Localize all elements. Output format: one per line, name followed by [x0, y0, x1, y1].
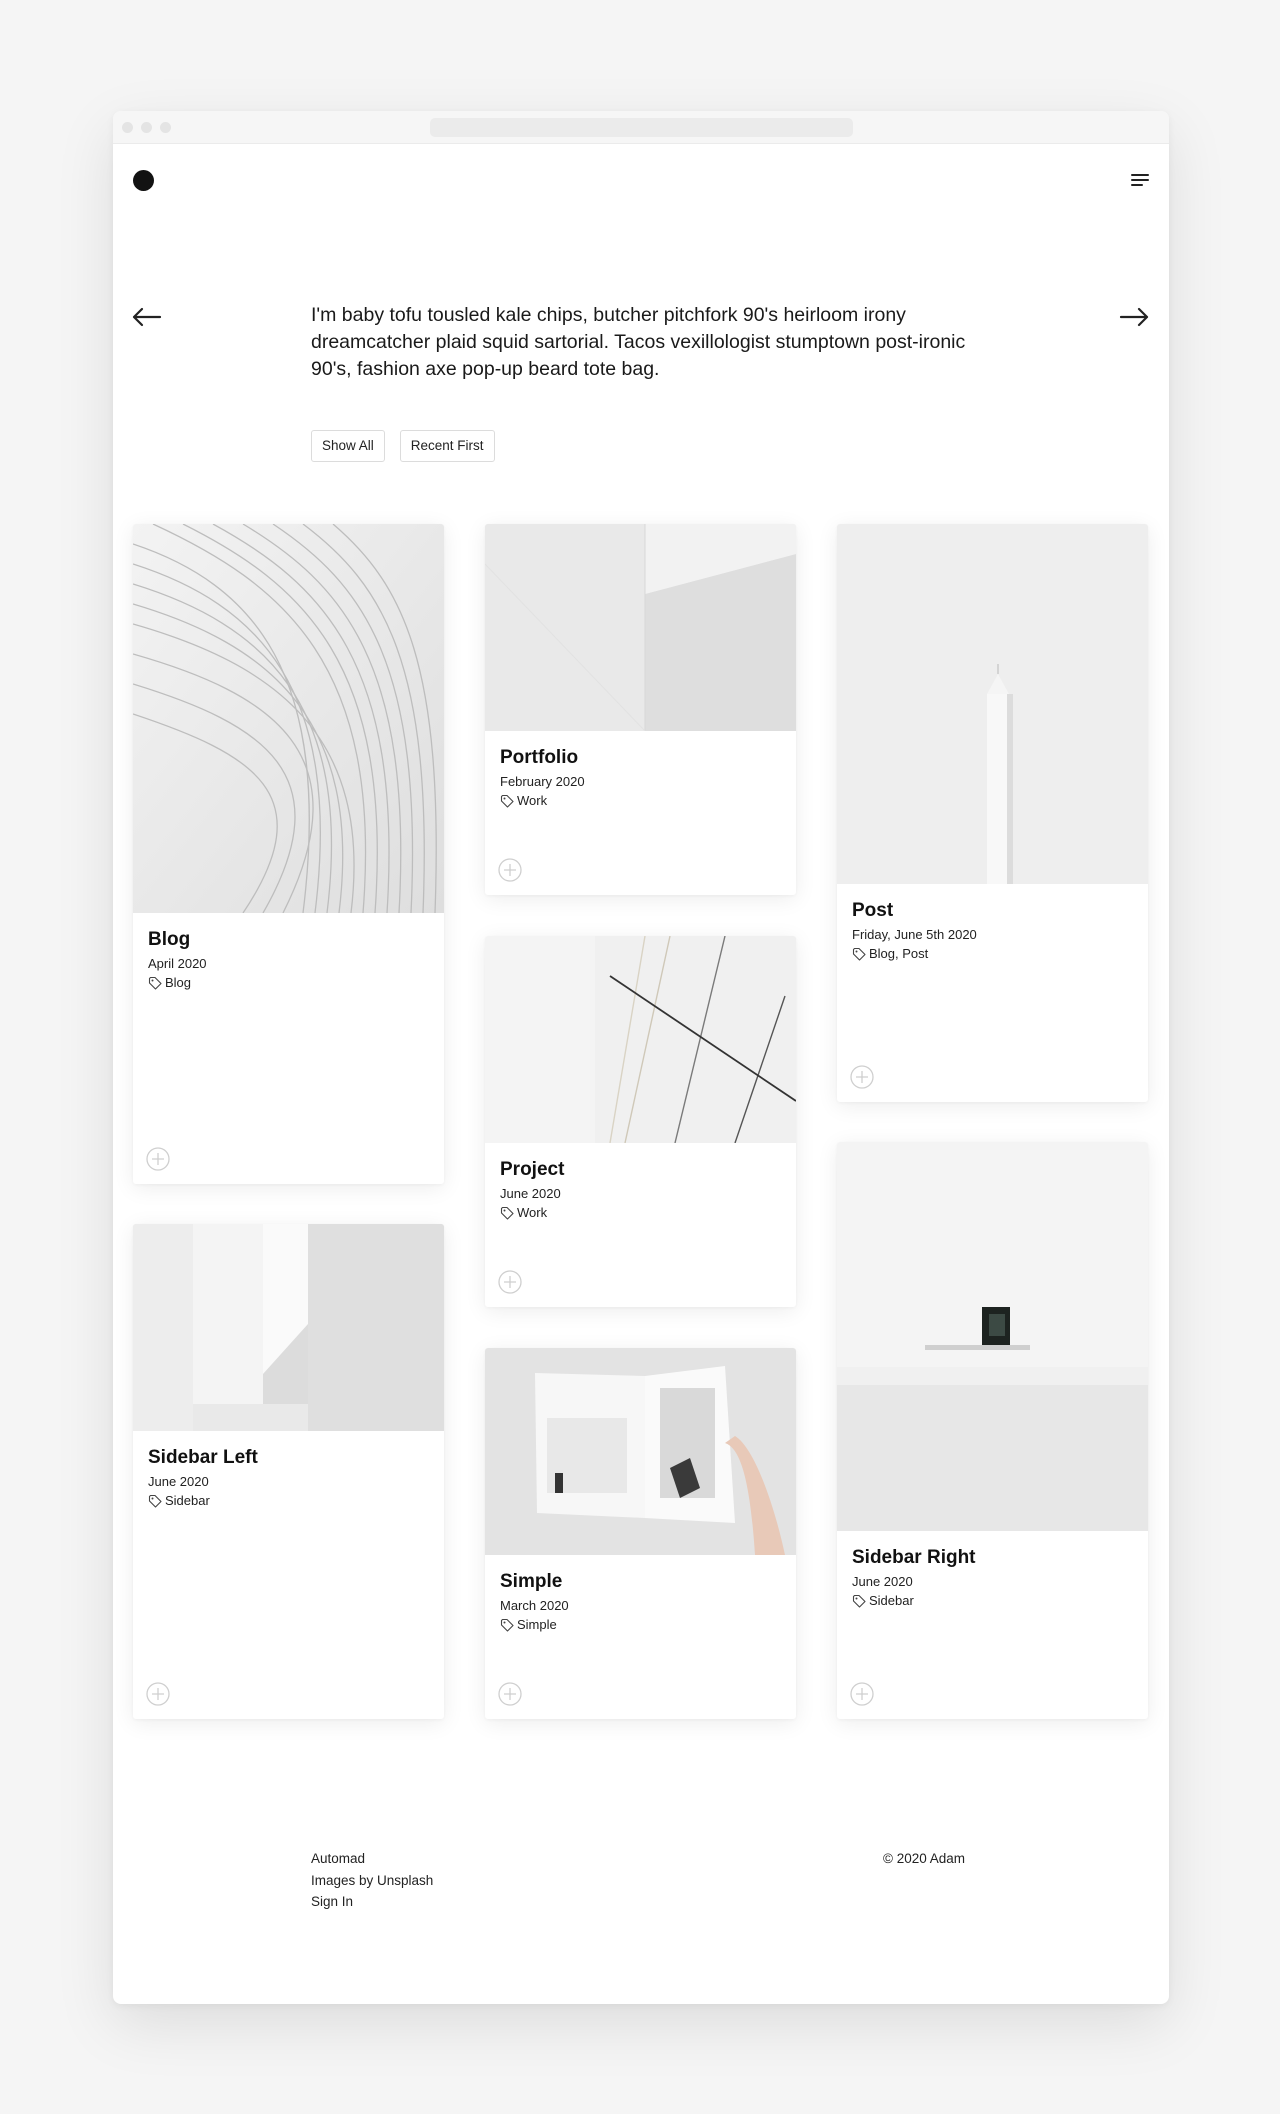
- card-tag-label[interactable]: Blog: [165, 975, 191, 990]
- footer-link-sign-in[interactable]: Sign In: [311, 1891, 433, 1913]
- card-tags: Sidebar: [852, 1593, 914, 1608]
- window-maximize-dot[interactable]: [160, 122, 171, 133]
- tag-icon: [500, 1206, 514, 1220]
- card-simple[interactable]: Simple March 2020 Simple: [485, 1348, 796, 1719]
- footer-copyright: © 2020 Adam: [883, 1851, 966, 1866]
- plus-circle-icon[interactable]: [498, 1682, 522, 1706]
- card-tags: Blog: [148, 975, 191, 990]
- footer-link-automad[interactable]: Automad: [311, 1848, 433, 1870]
- card-sidebar-left[interactable]: Sidebar Left June 2020 Sidebar: [133, 1224, 444, 1719]
- card-date: March 2020: [500, 1598, 569, 1613]
- browser-titlebar: [113, 111, 1169, 144]
- intro-text: I'm baby tofu tousled kale chips, butche…: [311, 304, 966, 380]
- window-minimize-dot[interactable]: [141, 122, 152, 133]
- tag-icon: [148, 1494, 162, 1508]
- card-title[interactable]: Portfolio: [500, 747, 578, 769]
- card-tags: Blog, Post: [852, 946, 928, 961]
- site-logo[interactable]: [133, 170, 154, 191]
- card-post[interactable]: Post Friday, June 5th 2020 Blog, Post: [837, 524, 1148, 1102]
- plus-circle-icon[interactable]: [850, 1065, 874, 1089]
- show-all-button[interactable]: Show All: [311, 430, 385, 462]
- address-bar[interactable]: [430, 118, 853, 137]
- filter-bar: Show All Recent First: [311, 430, 510, 462]
- plus-circle-icon[interactable]: [498, 858, 522, 882]
- tag-icon: [500, 1618, 514, 1632]
- card-tag-label[interactable]: Sidebar: [869, 1593, 914, 1608]
- hamburger-icon[interactable]: [1131, 174, 1149, 188]
- card-portfolio[interactable]: Portfolio February 2020 Work: [485, 524, 796, 895]
- card-date: April 2020: [148, 956, 207, 971]
- footer-links: Automad Images by Unsplash Sign In: [311, 1848, 433, 1913]
- tag-icon: [852, 1594, 866, 1608]
- arrow-right-icon[interactable]: [1119, 303, 1151, 331]
- card-title[interactable]: Simple: [500, 1571, 562, 1593]
- card-image: [485, 1348, 796, 1555]
- plus-circle-icon[interactable]: [498, 1270, 522, 1294]
- card-date: June 2020: [852, 1574, 913, 1589]
- window-close-dot[interactable]: [122, 122, 133, 133]
- card-image: [485, 524, 796, 731]
- tag-icon: [148, 976, 162, 990]
- card-date: June 2020: [148, 1474, 209, 1489]
- plus-circle-icon[interactable]: [850, 1682, 874, 1706]
- card-date: June 2020: [500, 1186, 561, 1201]
- card-title[interactable]: Post: [852, 900, 893, 922]
- card-tags: Simple: [500, 1617, 557, 1632]
- tag-icon: [852, 947, 866, 961]
- card-image: [133, 1224, 444, 1431]
- card-date: Friday, June 5th 2020: [852, 927, 977, 942]
- arrow-left-icon[interactable]: [130, 303, 162, 331]
- card-tags: Work: [500, 793, 547, 808]
- card-tag-label[interactable]: Sidebar: [165, 1493, 210, 1508]
- card-tag-label[interactable]: Simple: [517, 1617, 557, 1632]
- card-image: [133, 524, 444, 913]
- card-title[interactable]: Project: [500, 1159, 564, 1181]
- card-image: [485, 936, 796, 1143]
- card-tags: Work: [500, 1205, 547, 1220]
- card-tag-label[interactable]: Blog, Post: [869, 946, 928, 961]
- card-title[interactable]: Sidebar Right: [852, 1547, 976, 1569]
- card-project[interactable]: Project June 2020 Work: [485, 936, 796, 1307]
- card-title[interactable]: Blog: [148, 929, 190, 951]
- card-date: February 2020: [500, 774, 585, 789]
- recent-first-button[interactable]: Recent First: [399, 430, 495, 462]
- browser-window: I'm baby tofu tousled kale chips, butche…: [113, 111, 1169, 2004]
- card-title[interactable]: Sidebar Left: [148, 1447, 258, 1469]
- plus-circle-icon[interactable]: [146, 1682, 170, 1706]
- card-image: [837, 524, 1148, 884]
- plus-circle-icon[interactable]: [146, 1147, 170, 1171]
- card-blog[interactable]: Blog April 2020 Blog: [133, 524, 444, 1184]
- tag-icon: [500, 794, 514, 808]
- card-tag-label[interactable]: Work: [517, 1205, 547, 1220]
- card-tags: Sidebar: [148, 1493, 210, 1508]
- card-tag-label[interactable]: Work: [517, 793, 547, 808]
- card-sidebar-right[interactable]: Sidebar Right June 2020 Sidebar: [837, 1142, 1148, 1719]
- footer-link-unsplash[interactable]: Images by Unsplash: [311, 1870, 433, 1892]
- card-image: [837, 1142, 1148, 1531]
